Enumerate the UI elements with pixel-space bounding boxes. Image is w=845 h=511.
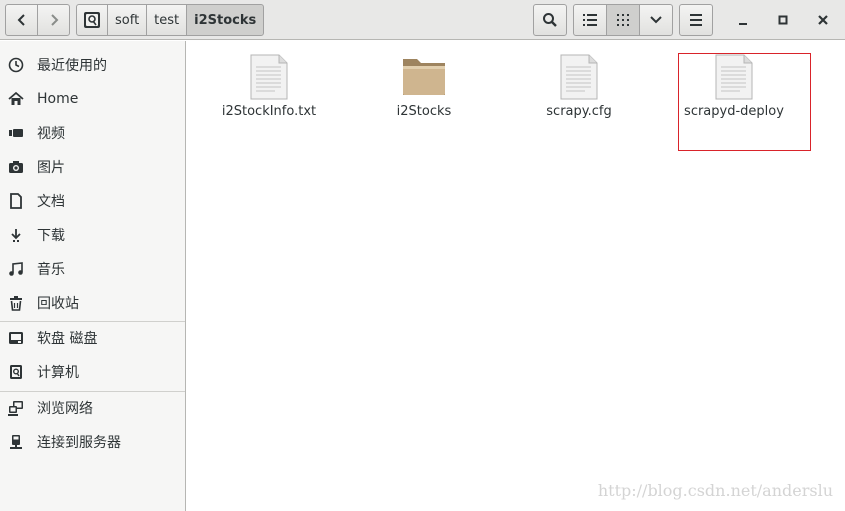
sidebar-item-connect-to-server[interactable]: 连接到服务器 [0, 427, 185, 457]
path-segment-i2stocks[interactable]: i2Stocks [186, 4, 265, 36]
document-icon [8, 193, 24, 209]
drive-icon [8, 330, 24, 346]
sidebar-item-downloads[interactable]: 下载 [0, 220, 185, 250]
chevron-left-icon [17, 14, 25, 26]
maximize-icon [778, 15, 788, 25]
minimize-icon [739, 23, 747, 25]
navigation-buttons [5, 4, 70, 36]
clock-icon [8, 57, 24, 73]
grid-view-icon [617, 14, 629, 26]
list-view-button[interactable] [573, 4, 607, 36]
sidebar-item-label: 文档 [37, 194, 65, 210]
forward-button[interactable] [37, 4, 70, 36]
server-icon [8, 434, 24, 450]
path-segment-soft[interactable]: soft [107, 4, 148, 36]
path-root-button[interactable] [76, 4, 108, 36]
sidebar-item-recent[interactable]: 最近使用的 [0, 50, 185, 80]
sidebar-item-label: 音乐 [37, 262, 65, 278]
sidebar-item-label: 连接到服务器 [37, 435, 121, 451]
sidebar-separator [0, 321, 185, 322]
download-icon [8, 227, 24, 243]
sidebar-item-label: 回收站 [37, 296, 79, 312]
sidebar-item-label: 软盘 磁盘 [37, 331, 98, 347]
network-icon [8, 400, 24, 416]
path-segment-test[interactable]: test [146, 4, 188, 36]
computer-icon [8, 364, 24, 380]
home-icon [8, 91, 24, 107]
file-item[interactable]: scrapy.cfg [514, 53, 644, 153]
sidebar-item-browse-network[interactable]: 浏览网络 [0, 393, 185, 423]
sidebar-item-music[interactable]: 音乐 [0, 254, 185, 284]
chevron-right-icon [50, 14, 58, 26]
maximize-button[interactable] [771, 8, 795, 32]
sidebar-item-computer[interactable]: 计算机 [0, 357, 185, 387]
watermark: http://blog.csdn.net/anderslu [597, 481, 833, 500]
close-button[interactable] [811, 8, 835, 32]
minimize-button[interactable] [731, 8, 755, 32]
path-bar: soft test i2Stocks [76, 4, 265, 36]
folder-item[interactable]: i2Stocks [359, 53, 489, 153]
sidebar-item-label: 最近使用的 [37, 58, 107, 74]
music-icon [8, 261, 24, 277]
sidebar-item-pictures[interactable]: 图片 [0, 152, 185, 182]
sidebar-item-trash[interactable]: 回收站 [0, 288, 185, 318]
sidebar-separator [0, 391, 185, 392]
view-switcher [573, 4, 674, 36]
camera-icon [8, 159, 24, 175]
video-icon [8, 125, 24, 141]
folder-icon [403, 59, 445, 95]
list-view-icon [583, 14, 597, 26]
annotation-highlight-box [678, 53, 811, 151]
drive-icon [84, 12, 100, 28]
sidebar-item-label: 计算机 [37, 365, 79, 381]
menu-button[interactable] [679, 4, 713, 36]
grid-view-button[interactable] [606, 4, 640, 36]
text-file-icon [560, 54, 598, 100]
sidebar-item-label: 视频 [37, 126, 65, 142]
folder-name: i2Stocks [396, 104, 452, 119]
search-button[interactable] [533, 4, 567, 36]
hamburger-icon [690, 14, 702, 26]
text-file-icon [250, 54, 288, 100]
file-item[interactable]: i2StockInfo.txt [204, 53, 334, 153]
sidebar-item-documents[interactable]: 文档 [0, 186, 185, 216]
sidebar: 最近使用的 Home 视频 图片 文档 下载 音乐 回收站 软盘 磁盘 计算机 … [0, 41, 186, 511]
back-button[interactable] [5, 4, 38, 36]
sidebar-item-floppy-disk[interactable]: 软盘 磁盘 [0, 323, 185, 353]
sidebar-item-label: 浏览网络 [37, 401, 93, 417]
close-icon [818, 15, 828, 25]
header-bar: soft test i2Stocks [0, 0, 845, 40]
search-icon [543, 13, 557, 27]
sidebar-item-label: 下载 [37, 228, 65, 244]
file-name: i2StockInfo.txt [221, 104, 317, 119]
sidebar-item-home[interactable]: Home [0, 84, 185, 114]
file-view: i2StockInfo.txt i2Stocks scrapy.cfg scra… [187, 41, 845, 511]
sidebar-item-videos[interactable]: 视频 [0, 118, 185, 148]
sidebar-item-label: Home [37, 91, 79, 107]
sidebar-item-label: 图片 [37, 160, 65, 176]
trash-icon [8, 295, 24, 311]
file-name: scrapy.cfg [546, 104, 612, 119]
view-options-button[interactable] [639, 4, 673, 36]
chevron-down-icon [650, 16, 662, 24]
